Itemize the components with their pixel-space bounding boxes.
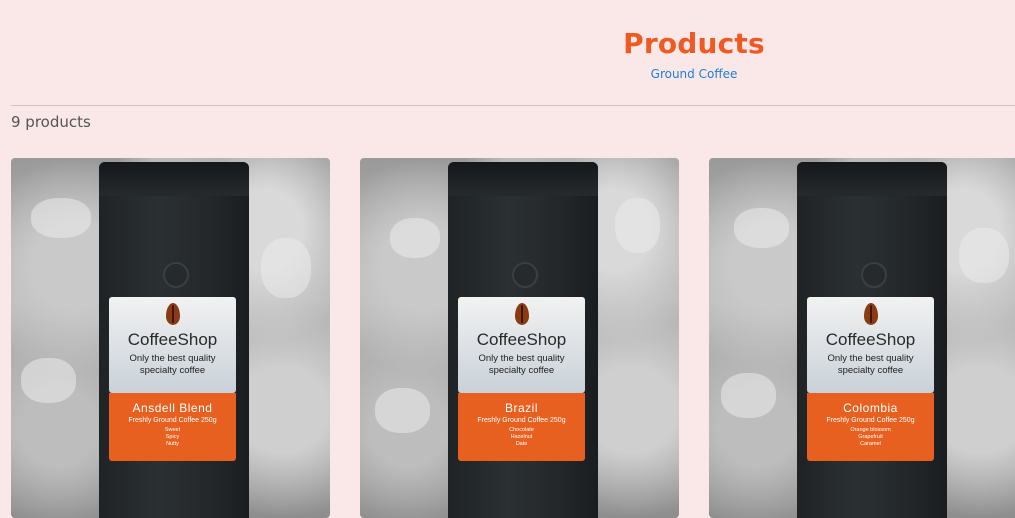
tasting-notes: Chocolate Hazelnut Date — [458, 427, 585, 448]
tasting-notes: Orange blossom Grapefruit Caramel — [807, 427, 934, 448]
product-card[interactable]: CoffeeShop Only the best quality special… — [360, 158, 679, 518]
coffee-bean-icon — [165, 303, 180, 325]
brand-name: CoffeeShop — [127, 330, 218, 349]
product-subtitle: Freshly Ground Coffee 250g — [128, 417, 217, 424]
tasting-note: Spicy — [165, 434, 180, 440]
valve-icon — [861, 262, 887, 288]
bag-label: CoffeeShop Only the best quality special… — [807, 297, 934, 393]
coffee-bean-icon — [863, 303, 878, 325]
header-divider — [11, 105, 1015, 106]
product-image[interactable]: CoffeeShop Only the best quality special… — [797, 162, 947, 518]
product-subtitle: Freshly Ground Coffee 250g — [477, 417, 566, 424]
brand-tagline: Only the best quality specialty coffee — [129, 353, 216, 376]
product-label: Ansdell Blend Freshly Ground Coffee 250g… — [109, 393, 236, 461]
background-texture — [261, 238, 311, 298]
breadcrumb-link-ground-coffee[interactable]: Ground Coffee — [651, 67, 738, 81]
coffee-bean-icon — [514, 303, 529, 325]
brand-tagline: Only the best quality specialty coffee — [478, 353, 565, 376]
background-texture — [721, 373, 776, 418]
valve-icon — [163, 262, 189, 288]
brand-name: CoffeeShop — [476, 330, 567, 349]
product-count: 9 products — [11, 113, 91, 131]
bag-seal — [797, 162, 947, 196]
background-texture — [615, 198, 660, 253]
product-label: Colombia Freshly Ground Coffee 250g Oran… — [807, 393, 934, 461]
tasting-note: Caramel — [860, 441, 881, 447]
breadcrumb: Ground Coffee — [0, 67, 1015, 81]
bag-seal — [99, 162, 249, 196]
background-texture — [31, 198, 91, 238]
tasting-notes: Sweet Spicy Nutty — [109, 427, 236, 448]
product-label: Brazil Freshly Ground Coffee 250g Chocol… — [458, 393, 585, 461]
tasting-note: Nutty — [166, 441, 179, 447]
product-name: Ansdell Blend — [132, 401, 213, 415]
bag-label: CoffeeShop Only the best quality special… — [458, 297, 585, 393]
product-name: Colombia — [843, 401, 898, 415]
background-texture — [390, 218, 440, 258]
tasting-note: Chocolate — [509, 427, 534, 433]
product-image[interactable]: CoffeeShop Only the best quality special… — [448, 162, 598, 518]
tasting-note: Orange blossom — [850, 427, 891, 433]
product-image[interactable]: CoffeeShop Only the best quality special… — [99, 162, 249, 518]
product-name: Brazil — [504, 401, 538, 415]
background-texture — [21, 358, 76, 403]
valve-icon — [512, 262, 538, 288]
brand-tagline: Only the best quality specialty coffee — [827, 353, 914, 376]
product-card[interactable]: CoffeeShop Only the best quality special… — [11, 158, 330, 518]
page-title: Products — [623, 26, 765, 60]
tasting-note: Sweet — [164, 427, 181, 433]
tasting-note: Grapefruit — [858, 434, 883, 440]
tasting-note: Date — [515, 441, 528, 447]
brand-name: CoffeeShop — [825, 330, 916, 349]
background-texture — [375, 388, 430, 433]
bag-seal — [448, 162, 598, 196]
tasting-note: Hazelnut — [510, 434, 533, 440]
product-subtitle: Freshly Ground Coffee 250g — [826, 417, 915, 424]
background-texture — [959, 228, 1009, 283]
background-texture — [734, 208, 789, 248]
bag-label: CoffeeShop Only the best quality special… — [109, 297, 236, 393]
product-card[interactable]: CoffeeShop Only the best quality special… — [709, 158, 1015, 518]
